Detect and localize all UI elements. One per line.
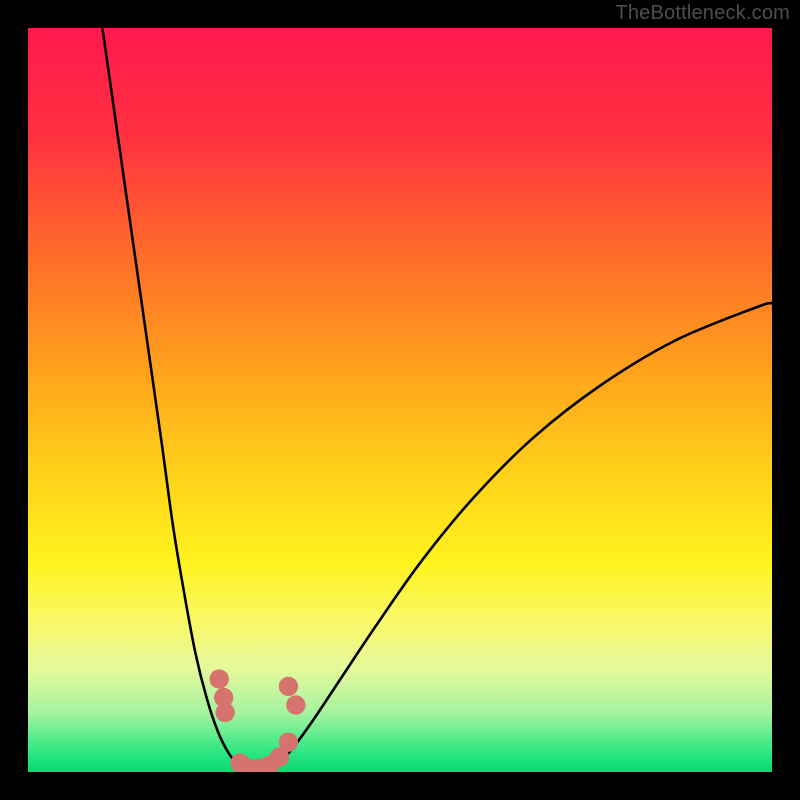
data-markers bbox=[210, 669, 306, 772]
data-marker bbox=[286, 695, 305, 714]
data-marker bbox=[279, 677, 298, 696]
outer-frame: TheBottleneck.com bbox=[0, 0, 800, 800]
data-marker bbox=[279, 733, 298, 752]
data-marker bbox=[215, 703, 234, 722]
bottleneck-curve bbox=[102, 28, 772, 769]
plot-area bbox=[28, 28, 772, 772]
curve-layer bbox=[28, 28, 772, 772]
attribution-text: TheBottleneck.com bbox=[615, 2, 790, 25]
data-marker bbox=[210, 669, 229, 688]
